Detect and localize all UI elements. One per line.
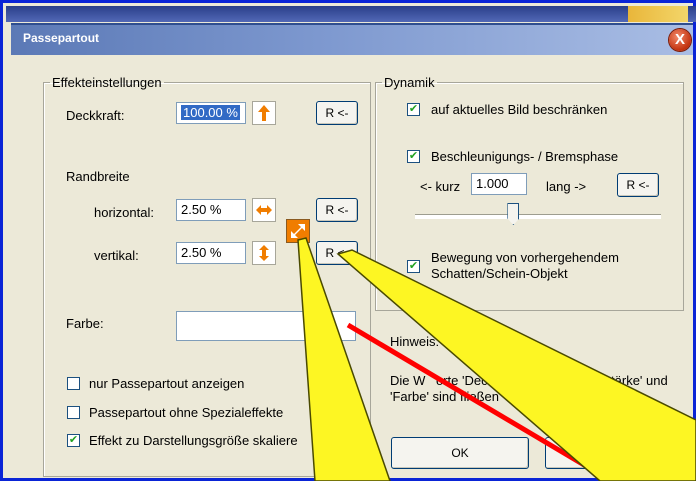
title-bar[interactable]: Passepartout X [11,23,693,55]
checkbox-ohne-spezialeffekte[interactable] [67,406,80,419]
kurz-input[interactable]: 1.000 [471,173,527,195]
vertikal-reset-button[interactable]: R <- [316,241,358,265]
diagonal-link-button[interactable] [286,219,310,243]
hinweis-text-1c: hmenstärke' und [572,373,668,388]
farbe-input[interactable] [176,311,356,341]
horizontal-reset-button[interactable]: R <- [316,198,358,222]
dialog-window: Passepartout X Effekteinstellungen Deckk… [0,0,696,481]
diagonal-arrows-icon [291,224,305,238]
deckkraft-input[interactable]: 100.00 % [176,102,246,124]
hinweis-text-1a: Die W [390,373,426,388]
ok-button[interactable]: OK [391,437,529,469]
checkbox-bewegung-label-1: Bewegung von vorhergehendem [431,250,619,265]
dynamik-reset-button[interactable]: R <- [617,173,659,197]
kurz-label: <- kurz [420,179,461,194]
kurz-value: 1.000 [476,176,509,191]
checkbox-ohne-spezialeffekte-label: Passepartout ohne Spezialeffekte [89,405,284,420]
horizontal-label: horizontal: [94,205,154,220]
checkbox-aktuelles-bild-label: auf aktuelles Bild beschränken [431,102,608,117]
vertikal-label: vertikal: [94,248,139,263]
farbe-label: Farbe: [66,316,104,331]
effekt-legend: Effekteinstellungen [52,75,162,90]
randbreite-label: Randbreite [66,169,130,184]
checkbox-bewegung[interactable] [407,260,420,273]
checkbox-bewegung-label-2: Schatten/Schein-Objekt [431,266,568,281]
hinweis-text-1b: orte 'Dec [436,373,488,388]
checkbox-aktuelles-bild[interactable] [407,103,420,116]
dynamik-slider-track[interactable] [415,214,661,219]
checkbox-skalieren-label: Effekt zu Darstellungsgröße skaliere [89,433,298,448]
hinweis-label: Hinweis: [390,334,440,349]
checkbox-nur-passepartout-label: nur Passepartout anzeigen [89,376,245,391]
dynamik-legend: Dynamik [384,75,435,90]
checkbox-beschleunigung[interactable] [407,150,420,163]
close-icon[interactable]: X [669,29,691,51]
checkbox-beschleunigung-label: Beschleunigungs- / Bremsphase [431,149,619,164]
vertikal-input[interactable]: 2.50 % [176,242,246,264]
arrow-left-right-icon [256,205,272,215]
horizontal-arrow-button[interactable] [252,198,276,222]
window-title: Passepartout [23,31,100,45]
vertikal-arrow-button[interactable] [252,241,276,265]
arrow-up-icon [258,105,270,121]
taskbar-strip [6,6,696,22]
arrow-up-down-icon [259,245,269,261]
cancel-button[interactable] [545,437,685,469]
checkbox-skalieren[interactable] [67,434,80,447]
horizontal-value: 2.50 % [181,202,222,217]
horizontal-input[interactable]: 2.50 % [176,199,246,221]
deckkraft-reset-button[interactable]: R <- [316,101,358,125]
checkbox-nur-passepartout[interactable] [67,377,80,390]
taskbar-ornament [628,6,688,22]
hinweis-text-2a: 'Farbe' sind fließen [390,389,500,404]
deckkraft-value: 100.00 % [181,105,240,120]
hinweis-text-2b: d [511,389,519,404]
vertikal-value: 2.50 % [181,245,222,260]
deckkraft-label: Deckkraft: [66,108,125,123]
deckkraft-arrow-button[interactable] [252,101,276,125]
lang-label: lang -> [546,179,587,194]
